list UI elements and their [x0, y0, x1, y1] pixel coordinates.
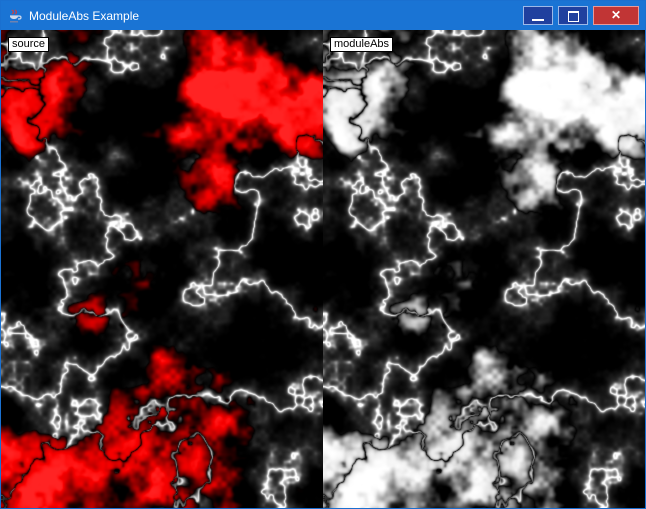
moduleabs-panel: moduleAbs: [323, 30, 645, 508]
minimize-icon: [532, 19, 544, 21]
source-label: source: [8, 37, 49, 52]
moduleabs-noise-image: [323, 30, 645, 508]
window-title: ModuleAbs Example: [29, 9, 517, 23]
close-icon: ✕: [594, 7, 638, 24]
render-area: source moduleAbs: [1, 30, 645, 508]
maximize-icon: [568, 11, 579, 22]
java-icon: [7, 8, 23, 24]
source-noise-image: [1, 30, 323, 508]
window-controls: ✕: [523, 6, 639, 25]
maximize-button[interactable]: [558, 6, 588, 25]
minimize-button[interactable]: [523, 6, 553, 25]
window-titlebar[interactable]: ModuleAbs Example ✕: [1, 1, 645, 30]
app-window: ModuleAbs Example ✕ source moduleAbs: [0, 0, 646, 509]
moduleabs-label: moduleAbs: [330, 37, 393, 52]
close-button[interactable]: ✕: [593, 6, 639, 25]
source-panel: source: [1, 30, 323, 508]
